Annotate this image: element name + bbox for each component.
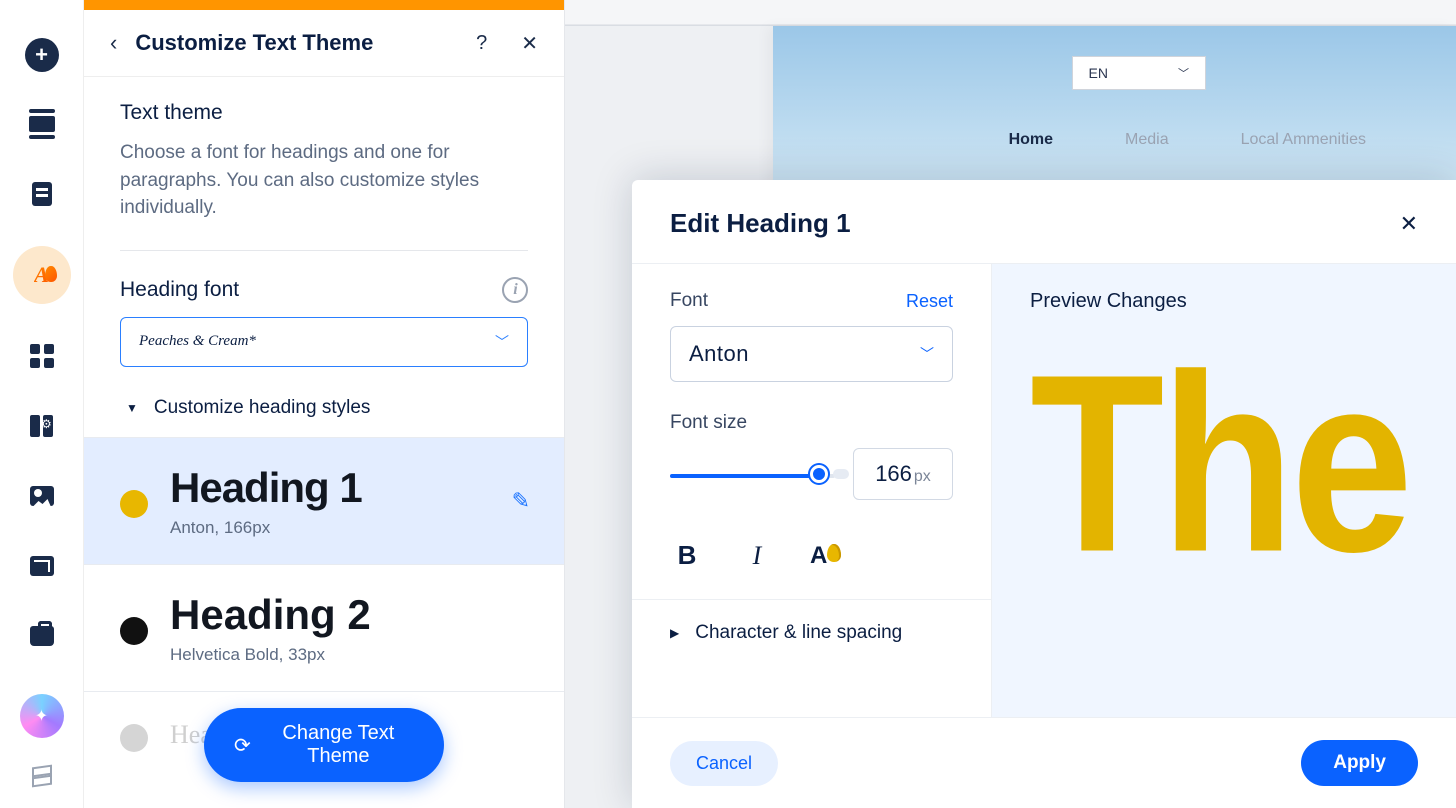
italic-icon[interactable]: I [740, 541, 774, 571]
business-icon[interactable] [24, 618, 60, 654]
customize-heading-styles-toggle[interactable]: ▼ Customize heading styles [120, 389, 528, 437]
color-swatch [120, 724, 148, 752]
sidebar-panel: ‹ Customize Text Theme ? ✕ Text theme Ch… [84, 0, 565, 808]
triangle-right-icon: ▶ [670, 626, 679, 640]
edit-heading-modal: Edit Heading 1 ✕ Font Reset Anton ﹀ Font… [632, 180, 1456, 808]
accordion-label-text: Customize heading styles [154, 397, 371, 419]
format-row: B I A [632, 534, 991, 600]
chevron-down-icon: ﹀ [495, 332, 509, 352]
font-size-slider[interactable] [670, 462, 835, 486]
info-icon[interactable]: i [502, 277, 528, 303]
layers-icon[interactable] [24, 758, 60, 794]
font-value: Anton [689, 341, 749, 367]
media-icon[interactable] [24, 478, 60, 514]
font-label: Font [670, 290, 708, 312]
help-icon[interactable]: ? [476, 32, 487, 55]
font-dropdown[interactable]: Anton ﹀ [670, 326, 953, 382]
ai-sparkle-icon[interactable]: ✦ [20, 694, 64, 738]
site-nav: Home Media Local Ammenities [1009, 131, 1366, 149]
preview-label: Preview Changes [1030, 290, 1418, 313]
nav-item-media[interactable]: Media [1125, 131, 1169, 149]
cancel-button[interactable]: Cancel [670, 741, 778, 786]
section-title: Text theme [120, 101, 528, 125]
chevron-down-icon: ﹀ [920, 344, 934, 364]
widgets-icon[interactable] [24, 408, 60, 444]
triangle-down-icon: ▼ [126, 401, 138, 415]
nav-item-amenities[interactable]: Local Ammenities [1241, 131, 1366, 149]
back-icon[interactable]: ‹ [110, 30, 117, 56]
nav-item-home[interactable]: Home [1009, 131, 1053, 149]
close-icon[interactable]: ✕ [521, 31, 538, 56]
modal-preview: Preview Changes The [992, 264, 1456, 717]
heading-meta: Helvetica Bold, 33px [170, 645, 371, 665]
heading-item-h2[interactable]: Heading 2 Helvetica Bold, 33px [84, 564, 564, 691]
sidebar-title: Customize Text Theme [135, 30, 442, 56]
modal-header: Edit Heading 1 ✕ [632, 180, 1456, 264]
font-size-value: 166 [875, 461, 912, 487]
sections-icon[interactable] [24, 106, 60, 142]
font-size-label: Font size [670, 412, 953, 434]
font-size-input[interactable]: 166px [853, 448, 953, 500]
apply-button[interactable]: Apply [1301, 740, 1418, 786]
modal-footer: Cancel Apply [632, 717, 1456, 808]
heading-preview: Heading 1 [170, 464, 362, 512]
heading-font-value: Peaches & Cream* [139, 333, 256, 350]
add-icon[interactable]: + [25, 38, 59, 72]
bold-icon[interactable]: B [670, 540, 704, 571]
left-rail: + A ✦ [0, 0, 84, 808]
heading-font-label: Heading font [120, 278, 239, 302]
pages-icon[interactable] [24, 176, 60, 212]
font-size-unit: px [914, 468, 931, 486]
text-color-icon[interactable]: A [810, 542, 827, 570]
character-spacing-label: Character & line spacing [695, 622, 902, 644]
heading-preview: Heading 2 [170, 591, 371, 639]
language-selector[interactable]: EN ﹀ [1072, 56, 1206, 90]
heading-meta: Anton, 166px [170, 518, 362, 538]
change-text-theme-button[interactable]: ⟳ Change Text Theme [204, 708, 444, 782]
preview-text: The [1030, 347, 1418, 580]
modal-title: Edit Heading 1 [670, 208, 851, 239]
refresh-icon: ⟳ [234, 733, 251, 758]
close-icon[interactable]: ✕ [1400, 211, 1418, 237]
reset-link[interactable]: Reset [906, 291, 953, 312]
theme-icon[interactable]: A [13, 246, 71, 304]
chevron-down-icon: ﹀ [1178, 65, 1189, 81]
change-btn-label: Change Text Theme [263, 722, 414, 768]
heading-font-dropdown[interactable]: Peaches & Cream* ﹀ [120, 317, 528, 367]
section-description: Choose a font for headings and one for p… [120, 139, 528, 251]
color-swatch [120, 490, 148, 518]
ruler [565, 0, 1456, 26]
modal-controls: Font Reset Anton ﹀ Font size 166px B I A [632, 264, 992, 717]
accent-strip [84, 0, 564, 10]
color-swatch [120, 617, 148, 645]
heading-item-h1[interactable]: Heading 1 Anton, 166px ✎ [84, 437, 564, 564]
edit-icon[interactable]: ✎ [512, 488, 530, 514]
language-value: EN [1089, 65, 1108, 81]
character-spacing-toggle[interactable]: ▶ Character & line spacing [670, 600, 953, 666]
apps-icon[interactable] [24, 338, 60, 374]
sidebar-header: ‹ Customize Text Theme ? ✕ [84, 10, 564, 77]
table-icon[interactable] [24, 548, 60, 584]
